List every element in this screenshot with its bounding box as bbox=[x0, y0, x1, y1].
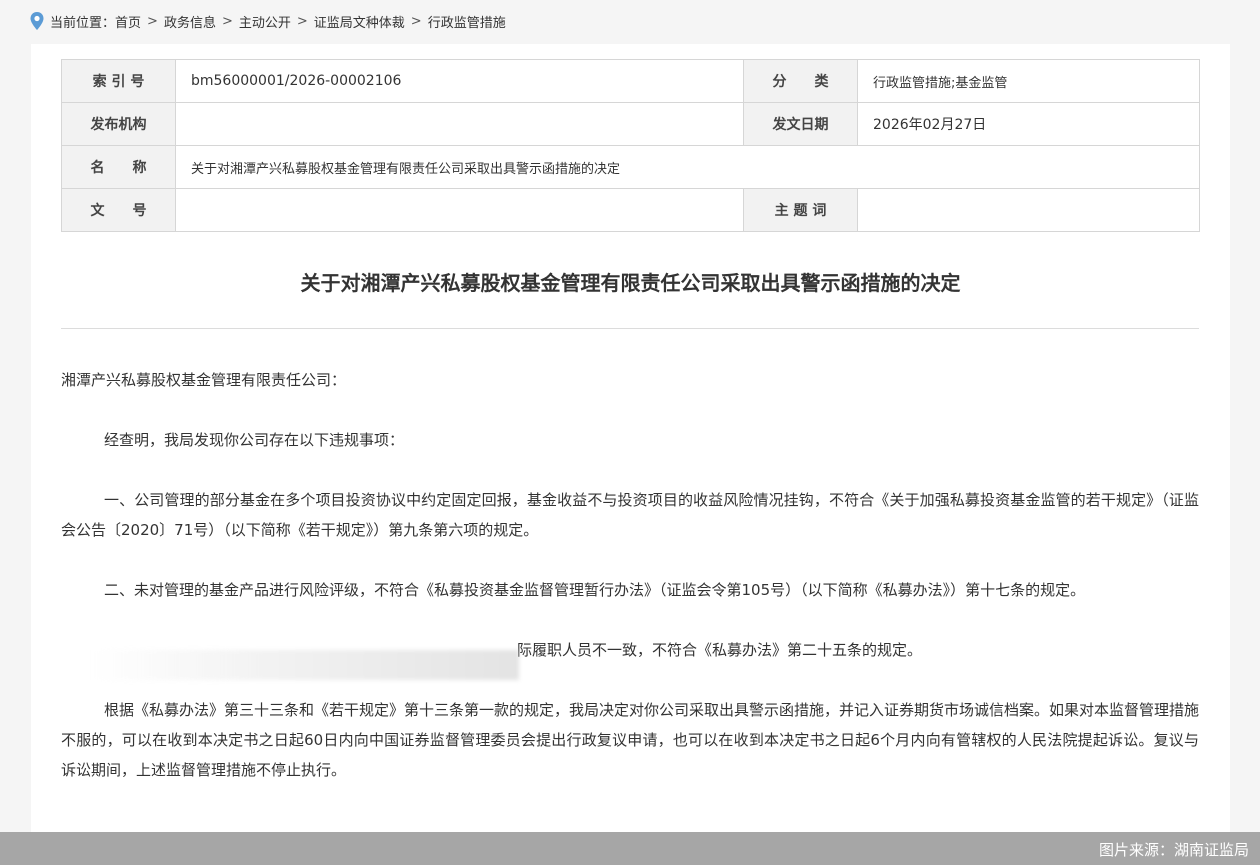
breadcrumb-separator: > bbox=[296, 13, 308, 29]
document-meta-table: 索 引 号 bm56000001/2026-00002106 分 类 行政监管措… bbox=[61, 59, 1200, 232]
breadcrumb-separator: > bbox=[410, 13, 422, 29]
publisher-value bbox=[175, 102, 744, 146]
meta-row: 名 称 关于对湘潭产兴私募股权基金管理有限责任公司采取出具警示函措施的决定 bbox=[61, 145, 1200, 189]
breadcrumb-separator: > bbox=[221, 13, 233, 29]
publisher-label: 发布机构 bbox=[61, 102, 176, 146]
index-value: bm56000001/2026-00002106 bbox=[175, 59, 744, 103]
breadcrumb-doc-types[interactable]: 证监局文种体裁 bbox=[314, 12, 405, 31]
subject-label: 主 题 词 bbox=[743, 188, 858, 232]
name-label: 名 称 bbox=[61, 145, 176, 189]
violation-item-1: 一、公司管理的部分基金在多个项目投资协议中约定固定回报，基金收益不与投资项目的收… bbox=[61, 491, 1199, 539]
document-body: 湘潭产兴私募股权基金管理有限责任公司： 经查明，我局发现你公司存在以下违规事项：… bbox=[61, 365, 1199, 815]
breadcrumb-gov-info[interactable]: 政务信息 bbox=[164, 12, 216, 31]
image-source-text: 图片来源：湖南证监局 bbox=[1098, 841, 1249, 859]
content-panel: 索 引 号 bm56000001/2026-00002106 分 类 行政监管措… bbox=[31, 44, 1230, 865]
category-label: 分 类 bbox=[743, 59, 858, 103]
breadcrumb-admin-measures[interactable]: 行政监管措施 bbox=[428, 12, 506, 31]
intro-paragraph: 经查明，我局发现你公司存在以下违规事项： bbox=[104, 431, 405, 449]
date-label: 发文日期 bbox=[743, 102, 858, 146]
meta-row: 文 号 主 题 词 bbox=[61, 188, 1200, 232]
meta-row: 索 引 号 bm56000001/2026-00002106 分 类 行政监管措… bbox=[61, 59, 1200, 103]
violation-item-2: 二、未对管理的基金产品进行风险评级，不符合《私募投资基金监督管理暂行办法》（证监… bbox=[104, 581, 1086, 599]
breadcrumb-public-disclosure[interactable]: 主动公开 bbox=[239, 12, 291, 31]
breadcrumb: 当前位置： 首页 > 政务信息 > 主动公开 > 证监局文种体裁 > 行政监管措… bbox=[30, 11, 506, 31]
docno-label: 文 号 bbox=[61, 188, 176, 232]
breadcrumb-prefix: 当前位置： bbox=[50, 15, 116, 31]
image-source-bar: 图片来源：湖南证监局 bbox=[0, 832, 1260, 865]
breadcrumb-separator: > bbox=[147, 13, 158, 29]
category-value: 行政监管措施;基金监管 bbox=[857, 59, 1200, 103]
name-value: 关于对湘潭产兴私募股权基金管理有限责任公司采取出具警示函措施的决定 bbox=[175, 145, 1200, 189]
map-pin-icon bbox=[30, 12, 44, 30]
subject-value bbox=[857, 188, 1200, 232]
index-label: 索 引 号 bbox=[61, 59, 176, 103]
salutation: 湘潭产兴私募股权基金管理有限责任公司： bbox=[61, 371, 347, 389]
date-value: 2026年02月27日 bbox=[857, 102, 1200, 146]
decision-paragraph: 根据《私募办法》第三十三条和《若干规定》第十三条第一款的规定，我局决定对你公司采… bbox=[61, 701, 1200, 779]
title-divider bbox=[61, 328, 1199, 329]
redaction-blur bbox=[91, 650, 519, 680]
breadcrumb-home[interactable]: 首页 bbox=[115, 12, 141, 31]
document-title: 关于对湘潭产兴私募股权基金管理有限责任公司采取出具警示函措施的决定 bbox=[300, 271, 961, 295]
meta-row: 发布机构 发文日期 2026年02月27日 bbox=[61, 102, 1200, 146]
docno-value bbox=[175, 188, 744, 232]
